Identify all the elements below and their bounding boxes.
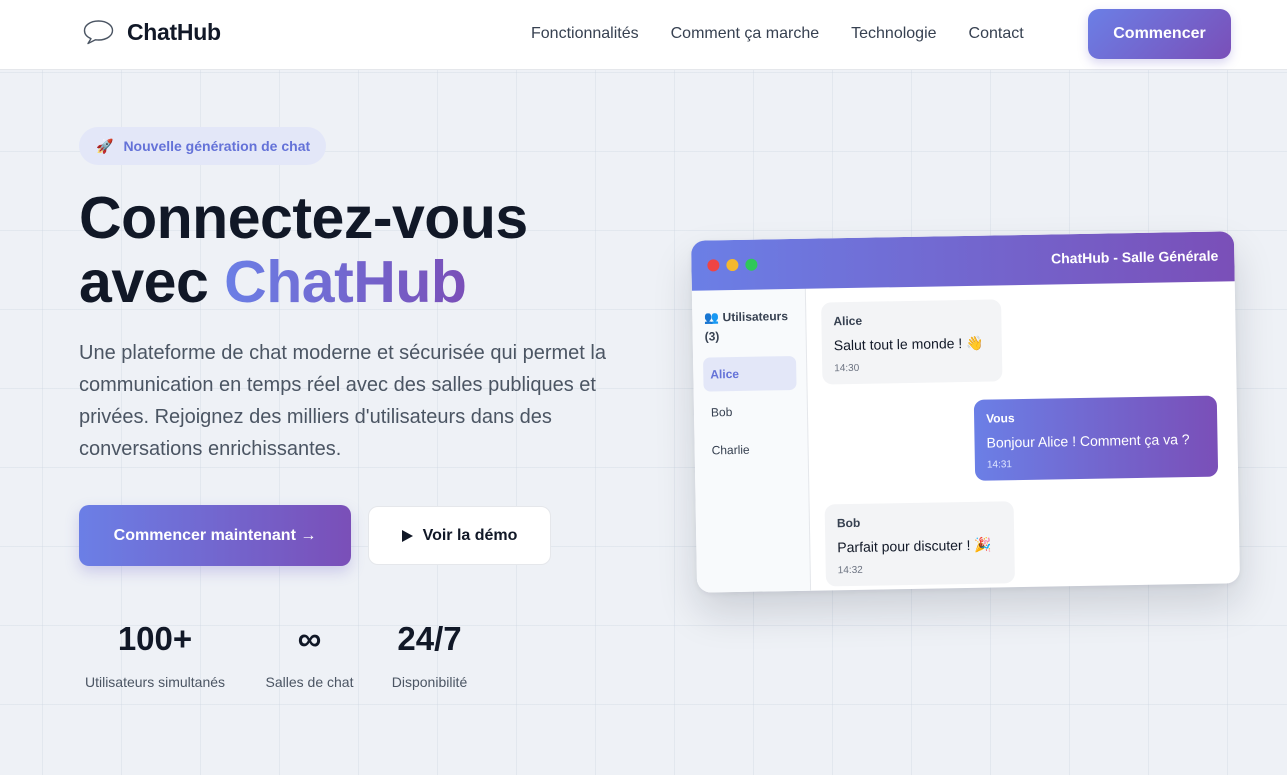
nav-links: Fonctionnalités Comment ça marche Techno… <box>531 0 1056 68</box>
stat-users: 100+ Utilisateurs simultanés <box>79 617 231 690</box>
message-time: 14:32 <box>837 564 863 577</box>
brand-logo[interactable]: ChatHub <box>82 18 221 46</box>
chat-bubble-icon <box>83 20 114 45</box>
brand-name: ChatHub <box>127 18 221 45</box>
play-icon <box>401 529 413 542</box>
stat-label: Salles de chat <box>265 674 354 690</box>
window-maximize-dot <box>745 258 758 271</box>
user-item-alice[interactable]: Alice <box>703 355 797 392</box>
message-list: Alice Salut tout le monde ! 👋 14:30 Vous… <box>806 281 1240 590</box>
stat-value: 24/7 <box>397 620 462 657</box>
message-text: Bonjour Alice ! Comment ça va ? <box>986 431 1190 451</box>
chat-room-title: ChatHub - Salle Générale <box>1050 247 1219 267</box>
window-close-dot <box>707 259 720 272</box>
nav-link-technologie[interactable]: Technologie <box>851 25 936 43</box>
message-text: Parfait pour discuter ! 🎉 <box>837 536 992 556</box>
message-author: Vous <box>985 411 1015 426</box>
hero-title-line1: Connectez-vous <box>79 185 528 251</box>
commencer-button[interactable]: Commencer <box>1088 9 1231 59</box>
window-minimize-dot <box>726 258 739 272</box>
commencer-maintenant-button[interactable]: Commencer maintenant → <box>79 505 351 566</box>
nav-link-fonctionnalites[interactable]: Fonctionnalités <box>531 25 639 43</box>
message-time: 14:31 <box>986 459 1013 471</box>
stat-availability: 24/7 Disponibilité <box>388 617 471 690</box>
stat-label: Disponibilité <box>391 674 468 690</box>
voir-demo-button[interactable]: Voir la démo <box>368 506 551 565</box>
hero-description: Une plateforme de chat moderne et sécuri… <box>79 342 606 460</box>
stat-label: Utilisateurs simultanés <box>84 674 226 690</box>
user-list-title: 👥 Utilisateurs (3) <box>704 309 789 344</box>
nav-link-contact[interactable]: Contact <box>969 25 1024 43</box>
chat-preview-body: 👥 Utilisateurs (3) Alice Bob Charlie Ali… <box>691 281 1240 593</box>
voir-demo-label: Voir la démo <box>422 526 518 544</box>
message-alice: Alice Salut tout le monde ! 👋 14:30 <box>821 299 1003 385</box>
stat-value: 100+ <box>117 620 193 657</box>
user-item-charlie[interactable]: Charlie <box>704 432 798 468</box>
stat-rooms: ∞ Salles de chat <box>263 617 356 690</box>
message-author: Alice <box>833 313 863 329</box>
stat-value: ∞ <box>297 620 322 657</box>
hero-badge-text: Nouvelle génération de chat <box>123 138 311 154</box>
rocket-icon: 🚀 <box>96 137 114 154</box>
navbar: ChatHub Fonctionnalités Comment ça march… <box>0 0 1287 70</box>
nav-link-comment-ca-marche[interactable]: Comment ça marche <box>671 25 820 43</box>
hero-title: Connectez-vous avec ChatHub <box>79 186 528 314</box>
hero-title-accent: ChatHub <box>224 249 467 315</box>
hero-badge: 🚀 Nouvelle génération de chat <box>79 127 327 165</box>
message-text: Salut tout le monde ! 👋 <box>833 334 984 354</box>
hero-title-prefix: avec <box>79 249 225 315</box>
user-list: 👥 Utilisateurs (3) Alice Bob Charlie <box>691 288 812 593</box>
chat-preview-window: ChatHub - Salle Générale 👥 Utilisateurs … <box>690 231 1241 593</box>
user-item-bob[interactable]: Bob <box>704 394 798 430</box>
message-bob: Bob Parfait pour discuter ! 🎉 14:32 <box>824 501 1015 587</box>
message-author: Bob <box>836 515 861 531</box>
message-time: 14:30 <box>834 362 860 375</box>
message-vous: Vous Bonjour Alice ! Comment ça va ? 14:… <box>973 395 1219 481</box>
